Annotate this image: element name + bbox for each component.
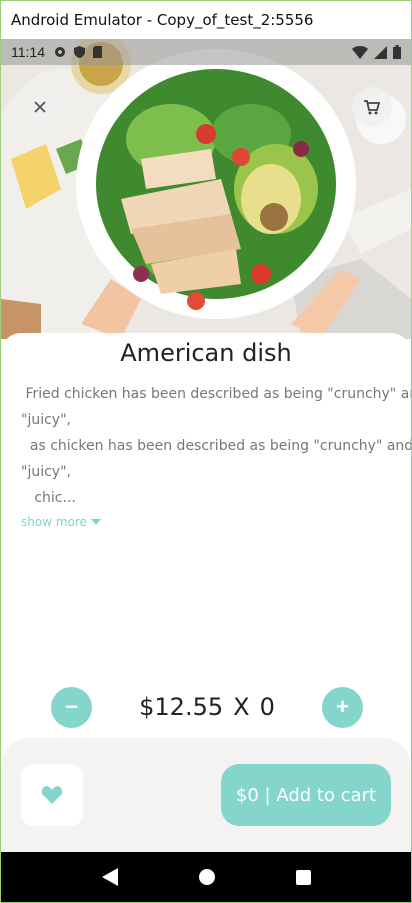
chevron-down-icon [90, 519, 101, 525]
description-line: "juicy", [21, 464, 71, 480]
description-line: "juicy", [21, 412, 71, 428]
product-sheet: American dish Fried chicken has been des… [1, 333, 411, 853]
times-symbol: X [233, 693, 250, 721]
quantity-stepper: − $12.55 X 0 + [1, 686, 411, 728]
status-bar: 11:14 [1, 39, 411, 65]
shield-icon [74, 46, 85, 58]
signal-icon [374, 45, 387, 59]
wifi-icon [352, 45, 368, 59]
battery-icon [393, 45, 401, 59]
bottom-action-bar: $0 | Add to cart [1, 738, 411, 853]
description-line: Fried chicken has been described as bein… [21, 386, 412, 402]
heart-icon [41, 786, 63, 804]
price-quantity: $12.55 X 0 [139, 693, 275, 721]
description-line: chic... [21, 490, 76, 506]
android-nav-bar [1, 852, 411, 902]
settings-icon [55, 47, 65, 57]
dish-title: American dish [120, 339, 292, 367]
cart-button[interactable] [352, 87, 392, 127]
description-line: as chicken has been described as being "… [21, 438, 412, 454]
show-more-toggle[interactable]: show more [1, 515, 411, 529]
cart-icon [364, 99, 380, 114]
status-time: 11:14 [11, 44, 45, 60]
unit-price: $12.55 [139, 693, 224, 721]
sd-card-icon [93, 46, 102, 58]
home-icon[interactable] [198, 869, 215, 885]
close-button[interactable] [20, 87, 60, 127]
emulator-window: Android Emulator - Copy_of_test_2:5556 1… [0, 0, 412, 903]
window-title: Android Emulator - Copy_of_test_2:5556 [1, 1, 411, 39]
dish-description: Fried chicken has been described as bein… [1, 381, 411, 511]
decrease-quantity-button[interactable]: − [51, 686, 92, 728]
recents-icon[interactable] [295, 869, 311, 885]
quantity-count: 0 [259, 693, 275, 721]
increase-quantity-button[interactable]: + [322, 686, 363, 728]
add-to-cart-button[interactable]: $0 | Add to cart [221, 764, 391, 826]
show-more-label: show more [21, 515, 87, 529]
dish-image [1, 39, 411, 339]
favorite-button[interactable] [21, 764, 83, 826]
back-icon[interactable] [101, 868, 118, 886]
close-icon [34, 101, 46, 113]
